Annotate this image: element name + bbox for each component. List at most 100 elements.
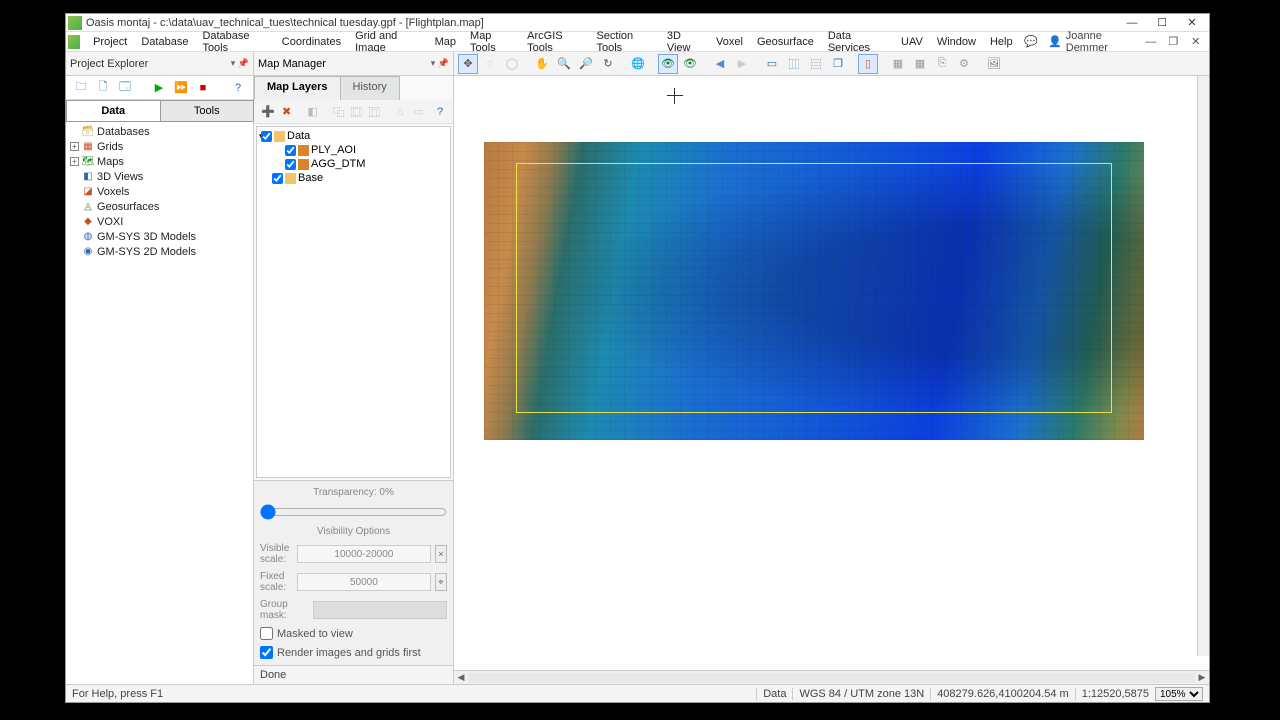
menu-coordinates[interactable]: Coordinates	[275, 34, 348, 50]
settings-tool[interactable]: ⚙	[954, 54, 974, 74]
exp-tool-3[interactable]: 🗔	[116, 79, 134, 97]
tree-voxi: ◆VOXI	[68, 214, 251, 229]
menu-voxel[interactable]: Voxel	[709, 34, 750, 50]
scroll-right[interactable]: ▶	[1195, 672, 1209, 684]
layer-root: ▾Data	[259, 129, 448, 143]
exp-tool-2[interactable]: 🗋	[94, 79, 112, 97]
tab-data[interactable]: Data	[66, 100, 161, 121]
vertical-scrollbar[interactable]	[1197, 76, 1209, 656]
transparency-label: Transparency: 0%	[260, 487, 447, 498]
grid-tool-b[interactable]: ▦	[910, 54, 930, 74]
masked-to-view-check[interactable]	[260, 627, 273, 640]
tree-voxels: ◪Voxels	[68, 184, 251, 199]
menu-map[interactable]: Map	[428, 34, 463, 50]
layer-tool-a[interactable]: ◧	[306, 102, 320, 122]
horizontal-scrollbar[interactable]: ◀ ▶	[454, 670, 1209, 684]
user-label[interactable]: 👤Joanne Demmer	[1042, 30, 1140, 54]
target-tool[interactable]: ◌	[480, 54, 500, 74]
user-icon: 👤	[1048, 35, 1062, 48]
layer-tool-d[interactable]: ⿵	[367, 102, 381, 122]
fixed-scale-apply[interactable]: ⌖	[435, 573, 447, 591]
map-manager: Map Layers History ➕ ✖ ◧ ⿻ ⿴ ⿵ ⌂ ▭ ? ▾Da…	[254, 76, 454, 684]
tab-map-layers[interactable]: Map Layers	[254, 76, 341, 100]
statusbar: For Help, press F1 Data WGS 84 / UTM zon…	[66, 684, 1209, 702]
zoom-select[interactable]: 105%	[1155, 687, 1203, 701]
map-canvas[interactable]	[454, 76, 1209, 670]
window-single[interactable]: ▭	[762, 54, 782, 74]
sync-view-a[interactable]: 👁	[658, 54, 678, 74]
help-icon[interactable]: ?	[229, 79, 247, 97]
pan-tool[interactable]: ✋	[532, 54, 552, 74]
chat-icon[interactable]: 💬	[1020, 34, 1042, 50]
image-tool[interactable]: 🖼	[984, 54, 1004, 74]
add-layer[interactable]: ➕	[260, 102, 276, 122]
pin-icon[interactable]: ▾ 📌	[231, 58, 249, 69]
explorer-tree[interactable]: 🗃Databases +▦Grids +🗺Maps ◧3D Views ◪Vox…	[66, 122, 253, 684]
tree-geosurfaces: ◬Geosurfaces	[68, 199, 251, 214]
tab-tools[interactable]: Tools	[160, 100, 255, 121]
mdi-minimize-button[interactable]: —	[1140, 34, 1162, 50]
layer-tool-f[interactable]: ▭	[411, 102, 425, 122]
scroll-left[interactable]: ◀	[454, 672, 468, 684]
layer-tool-e[interactable]: ⌂	[393, 102, 407, 122]
exp-tool-1[interactable]: 🗀	[72, 79, 90, 97]
menu-window[interactable]: Window	[930, 34, 983, 50]
layer-tool-c[interactable]: ⿴	[349, 102, 363, 122]
mapmgr-toolbar: ➕ ✖ ◧ ⿻ ⿴ ⿵ ⌂ ▭ ?	[254, 100, 453, 124]
window-tile-v[interactable]: ⿳	[806, 54, 826, 74]
maximize-button[interactable]: ☐	[1147, 15, 1177, 31]
app-window: Oasis montaj - c:\data\uav_technical_tue…	[65, 13, 1210, 703]
layer-help[interactable]: ?	[433, 102, 447, 122]
mapmgr-tabs: Map Layers History	[254, 76, 453, 100]
legend-tool[interactable]: ▯	[858, 54, 878, 74]
pointer-tool[interactable]: ✥	[458, 54, 478, 74]
window-cascade[interactable]: ❐	[828, 54, 848, 74]
run-fast[interactable]: ⏩	[172, 79, 190, 97]
export-tool[interactable]: ⎘	[932, 54, 952, 74]
nav-back[interactable]: ◀	[710, 54, 730, 74]
menu-database[interactable]: Database	[134, 34, 195, 50]
layer-ply-aoi: PLY_AOI	[259, 143, 448, 157]
layer-agg-dtm: AGG_DTM	[259, 157, 448, 171]
visible-scale-input[interactable]	[297, 545, 431, 563]
status-crs: WGS 84 / UTM zone 13N	[792, 688, 930, 700]
layer-base: Base	[259, 171, 448, 185]
mdi-restore-button[interactable]: ❐	[1162, 34, 1184, 50]
globe-tool[interactable]: 🌐	[628, 54, 648, 74]
refresh-tool[interactable]: ↻	[598, 54, 618, 74]
grid-tool-a[interactable]: ▦	[888, 54, 908, 74]
close-button[interactable]: ✕	[1177, 15, 1207, 31]
window-tile-h[interactable]: ⿲	[784, 54, 804, 74]
zoom-tool[interactable]: 🔎	[576, 54, 596, 74]
visible-scale-clear[interactable]: ×	[435, 545, 447, 563]
layer-tool-b[interactable]: ⿻	[331, 102, 345, 122]
menu-geosurface[interactable]: Geosurface	[750, 34, 821, 50]
group-mask-input[interactable]	[313, 601, 447, 619]
tree-3dviews: ◧3D Views	[68, 169, 251, 184]
layer-tree[interactable]: ▾Data PLY_AOI AGG_DTM Base	[256, 126, 451, 478]
fixed-scale-input[interactable]	[297, 573, 431, 591]
menu-help[interactable]: Help	[983, 34, 1020, 50]
minimize-button[interactable]: —	[1117, 15, 1147, 31]
menu-project[interactable]: Project	[86, 34, 134, 50]
sync-view-b[interactable]: 👁	[680, 54, 700, 74]
mdi-close-button[interactable]: ✕	[1185, 34, 1207, 50]
project-explorer: 🗀 🗋 🗔 ▶ ⏩ ■ ? Data Tools 🗃Databases +▦Gr…	[66, 76, 254, 684]
nav-fwd[interactable]: ▶	[732, 54, 752, 74]
circle-tool[interactable]: ◯	[502, 54, 522, 74]
status-data: Data	[756, 688, 792, 700]
transparency-slider[interactable]	[260, 504, 447, 520]
menu-uav[interactable]: UAV	[894, 34, 930, 50]
tab-history[interactable]: History	[340, 76, 400, 100]
menubar: Project Database Database Tools Coordina…	[66, 32, 1209, 52]
remove-layer[interactable]: ✖	[280, 102, 294, 122]
tree-gmsys3d: ◍GM-SYS 3D Models	[68, 229, 251, 244]
stop-script[interactable]: ■	[194, 79, 212, 97]
run-script[interactable]: ▶	[150, 79, 168, 97]
pin-icon[interactable]: ▾ 📌	[431, 58, 449, 69]
render-first-check[interactable]	[260, 646, 273, 659]
map-canvas-area: ◀ ▶	[454, 76, 1209, 684]
aoi-rectangle	[516, 163, 1112, 413]
layer-options: Transparency: 0% Visibility Options Visi…	[254, 480, 453, 665]
zoom-in-tool[interactable]: 🔍	[554, 54, 574, 74]
